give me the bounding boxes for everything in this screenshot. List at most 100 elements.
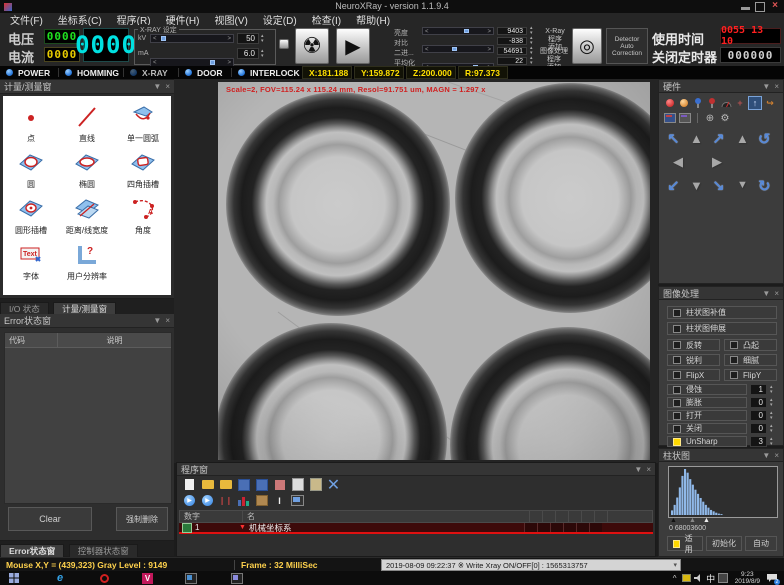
delete-icon[interactable]: ✕: [327, 478, 340, 491]
gauge-icon[interactable]: [720, 97, 732, 109]
open-spinner[interactable]: ▴▾: [770, 410, 773, 421]
kv-slider-thumb[interactable]: [161, 36, 166, 41]
jog-rotate-ccw-button[interactable]: ↺: [758, 130, 771, 148]
run-step-icon[interactable]: ▶: [201, 494, 214, 507]
pin-icon[interactable]: ▼: [762, 289, 770, 298]
ma-value[interactable]: 6.0: [237, 48, 259, 59]
smooth-toggle[interactable]: 细腻: [724, 354, 777, 366]
minimize-button[interactable]: [741, 7, 750, 10]
gear-icon[interactable]: ⚙: [719, 112, 731, 124]
save-icon[interactable]: [237, 478, 250, 491]
chart-icon[interactable]: [237, 494, 250, 507]
kv-slider-right-icon[interactable]: >: [227, 35, 231, 43]
close-icon[interactable]: ×: [774, 289, 779, 298]
image-viewport[interactable]: Scale=2, FOV=115.24 x 115.24 mm, Resol=9…: [174, 79, 658, 463]
insert-text-icon[interactable]: I: [273, 494, 286, 507]
record-icon[interactable]: [664, 97, 676, 109]
kv-spinner[interactable]: ▴▾: [261, 33, 264, 44]
open-value[interactable]: 0: [750, 410, 767, 421]
acquire-play-button[interactable]: ▶: [336, 28, 370, 64]
detector-auto-correction-button[interactable]: Detector Auto Correction: [606, 28, 648, 64]
dilate-spinner[interactable]: ▴▾: [770, 397, 773, 408]
erode-value[interactable]: 1: [750, 384, 767, 395]
tool-text[interactable]: Text 字体: [3, 242, 59, 282]
record-app-icon[interactable]: [98, 572, 110, 584]
tab-error-status[interactable]: Error状态窗: [0, 544, 64, 558]
tool-distance-width[interactable]: 距离/线宽度: [59, 196, 115, 236]
clock[interactable]: 9:23 2019/8/9: [735, 571, 760, 585]
copy-icon[interactable]: [291, 478, 304, 491]
unsharp-value[interactable]: 3: [750, 436, 767, 447]
restore-button[interactable]: [755, 2, 765, 12]
save-as-icon[interactable]: [255, 478, 268, 491]
v-app-icon[interactable]: V: [142, 573, 153, 584]
close-morph-spinner[interactable]: ▴▾: [770, 423, 773, 434]
error-col-desc[interactable]: 说明: [58, 333, 171, 347]
close-morph-value[interactable]: 0: [750, 423, 767, 434]
joystick-red-icon[interactable]: [706, 97, 718, 109]
force-delete-button[interactable]: 强制删除: [116, 507, 168, 531]
tool-round-slot[interactable]: 圆形插槽: [3, 196, 59, 236]
invert-toggle[interactable]: 反转: [667, 339, 720, 351]
monitor-icon[interactable]: [291, 494, 304, 507]
crosshair-icon[interactable]: +: [734, 97, 746, 109]
error-col-code[interactable]: 代码: [5, 333, 58, 347]
jog-right-button[interactable]: ▶: [712, 154, 722, 170]
program-col-number[interactable]: 数字: [180, 511, 243, 522]
tool-single-arc[interactable]: 单一圆弧: [115, 104, 171, 144]
tool-rect-slot[interactable]: 四角插槽: [115, 150, 171, 190]
binarize-spinner[interactable]: ▴▾: [530, 47, 533, 55]
hist-compensation-button[interactable]: 柱状图补值: [667, 306, 777, 319]
pin-icon[interactable]: ▼: [634, 465, 642, 474]
menu-help[interactable]: 帮助(H): [354, 12, 392, 27]
lift-up-icon[interactable]: ↑: [748, 96, 762, 110]
hook-icon[interactable]: ↪: [764, 97, 776, 109]
open-folder-icon[interactable]: [201, 478, 214, 491]
menu-view[interactable]: 视图(V): [212, 12, 249, 27]
close-icon[interactable]: ×: [774, 451, 779, 460]
tool-line[interactable]: 直线: [59, 104, 115, 144]
emboss-toggle[interactable]: 凸起: [724, 339, 777, 351]
apply-button[interactable]: 适用: [667, 536, 703, 551]
hist-stretch-button[interactable]: 柱状图伸展: [667, 322, 777, 335]
dropdown-caret-icon[interactable]: ▾: [670, 561, 680, 569]
jog-left-button[interactable]: ◀: [673, 154, 683, 170]
notification-icon[interactable]: 2: [766, 572, 778, 584]
close-morph-toggle[interactable]: 关闭: [667, 423, 747, 434]
kv-slider[interactable]: < >: [150, 34, 234, 43]
run-icon[interactable]: ▶: [183, 494, 196, 507]
open-toggle[interactable]: 打开: [667, 410, 747, 421]
jog-up-button[interactable]: ▲: [690, 131, 703, 146]
histogram-marker-mid[interactable]: ▲: [689, 517, 696, 524]
jog-z-down-button[interactable]: ▼: [737, 179, 748, 191]
brightness-spinner[interactable]: ▴▾: [530, 27, 533, 35]
brightness-value[interactable]: 9403: [497, 27, 527, 35]
binarize-value[interactable]: 54691: [497, 47, 527, 55]
new-program-icon[interactable]: [183, 478, 196, 491]
histogram-marker-high[interactable]: ▲: [703, 517, 710, 524]
pin-icon[interactable]: ▼: [153, 316, 161, 325]
tab-controller-status[interactable]: 控制器状态窗: [69, 544, 138, 558]
menu-file[interactable]: 文件(F): [8, 12, 45, 27]
xray-enable-button[interactable]: [279, 39, 289, 49]
dilate-toggle[interactable]: 膨胀: [667, 397, 747, 408]
flipy-toggle[interactable]: FlipY: [724, 369, 777, 381]
contrast-slider[interactable]: <>: [422, 45, 494, 53]
security-tray-icon[interactable]: [681, 572, 693, 584]
close-icon[interactable]: ×: [646, 465, 651, 474]
program-row-selected[interactable]: 1 ▼ 机械坐标系: [179, 523, 653, 534]
tool-user-resolution[interactable]: ? 用户分辨率: [59, 242, 115, 282]
open-folder2-icon[interactable]: [219, 478, 232, 491]
histogram-chart[interactable]: [668, 466, 778, 518]
average-value[interactable]: 22: [497, 57, 527, 65]
program-col-name[interactable]: 名: [243, 511, 530, 522]
joystick-blue-icon[interactable]: [692, 97, 704, 109]
erode-spinner[interactable]: ▴▾: [770, 384, 773, 395]
initialize-button[interactable]: 初始化: [706, 536, 742, 551]
contrast-spinner[interactable]: ▴▾: [530, 37, 533, 45]
volume-tray-icon[interactable]: [693, 572, 705, 584]
unsharp-toggle[interactable]: UnSharp: [667, 436, 747, 447]
auto-button[interactable]: 自动: [745, 536, 777, 551]
start-button[interactable]: [8, 572, 20, 584]
log-dropdown[interactable]: 2019-08-09 09:22:37 ※ Write Xray ON/OFF[…: [381, 559, 681, 571]
